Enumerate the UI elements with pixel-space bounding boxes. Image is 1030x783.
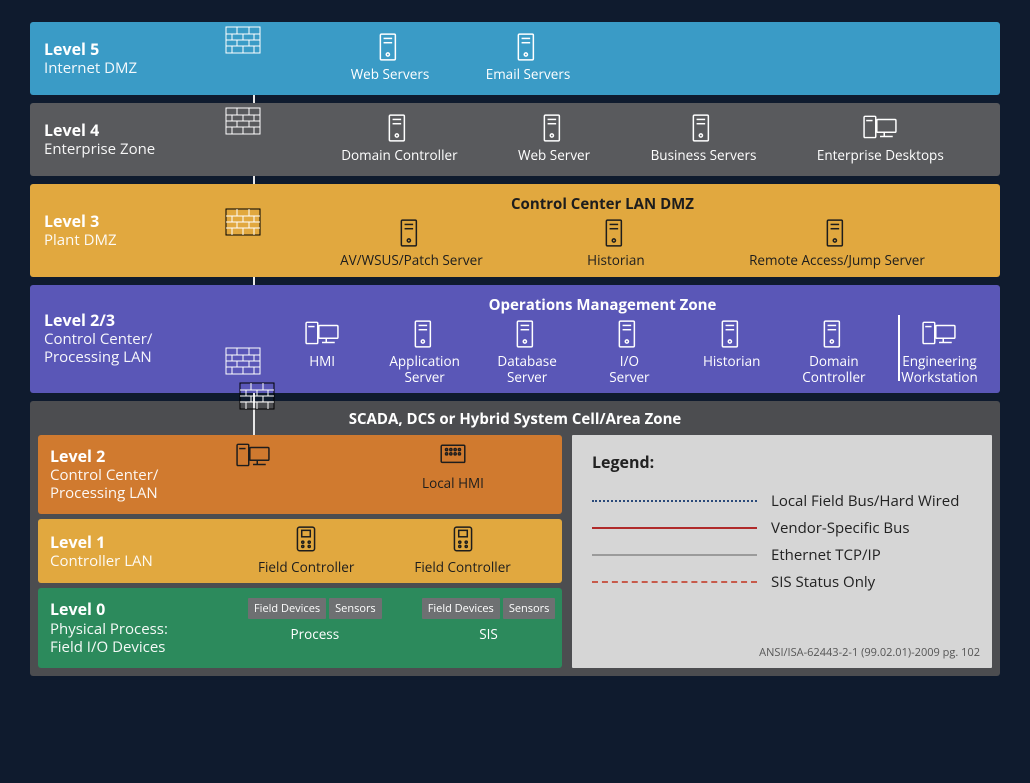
line-swatch-dashed (592, 581, 757, 583)
level-subtitle: Internet DMZ (44, 59, 191, 77)
level-title: Level 2 (50, 447, 196, 466)
chip-sensors: Sensors (329, 598, 382, 619)
server-icon (511, 32, 545, 62)
zone-header: Operations Management Zone (205, 295, 1000, 315)
node-field-controller-1: Field Controller (258, 525, 354, 575)
level-subtitle: Plant DMZ (44, 231, 191, 249)
node-remote-access: Remote Access/Jump Server (749, 218, 925, 268)
hmi-panel-icon (436, 441, 470, 471)
node-app-server: ApplicationServer (389, 319, 459, 385)
controller-icon (446, 525, 480, 555)
node-eng-workstation: EngineeringWorkstation (901, 319, 978, 385)
level-title: Level 5 (44, 40, 191, 59)
level-subtitle: Controller LAN (50, 552, 196, 570)
node-email-servers: Email Servers (463, 32, 593, 82)
chip-field-devices: Field Devices (248, 598, 326, 619)
line-swatch-solid (592, 527, 757, 529)
node-hmi: HMI (287, 319, 357, 369)
zone-level-4: Level 4 Enterprise Zone Domain Controlle… (30, 103, 1000, 176)
server-icon (599, 218, 633, 248)
firewall-icon (225, 208, 261, 236)
server-icon (382, 113, 416, 143)
node-field-controller-2: Field Controller (414, 525, 510, 575)
legend-footnote: ANSI/ISA-62443-2-1 (99.02.01)-2009 pg. 1… (759, 645, 980, 660)
firewall-icon (225, 347, 261, 375)
chip-sensors: Sensors (503, 598, 556, 619)
node-historian: Historian (581, 218, 651, 268)
zone-level-2: Level 2 Control Center/ Processing LAN L… (38, 435, 562, 514)
legend-title: Legend: (592, 451, 972, 473)
level-title: Level 1 (50, 533, 196, 552)
level-title: Level 3 (44, 212, 191, 231)
zone-level-3: Level 3 Plant DMZ Control Center LAN DMZ… (30, 184, 1000, 276)
node-business-servers: Business Servers (651, 113, 757, 163)
zone-level-1: Level 1 Controller LAN Field Controller … (38, 519, 562, 583)
level-subtitle-1: Control Center/ (44, 330, 191, 348)
server-icon (394, 218, 428, 248)
server-desktop-icon (922, 319, 956, 349)
legend-item-vendor: Vendor-Specific Bus (592, 518, 972, 538)
node-local-hmi: Local HMI (418, 441, 488, 491)
node-io-server: I/OServer (594, 319, 664, 385)
line-swatch-solid (592, 554, 757, 556)
level-title: Level 4 (44, 121, 191, 140)
node-web-server: Web Server (518, 113, 590, 163)
chip-field-devices: Field Devices (422, 598, 500, 619)
node-enterprise-desktops: Enterprise Desktops (817, 113, 944, 163)
zone-scada-outer: SCADA, DCS or Hybrid System Cell/Area Zo… (30, 401, 1000, 676)
server-icon (715, 319, 749, 349)
node-process: Field DevicesSensors Process (248, 598, 382, 642)
level-subtitle-2: Processing LAN (44, 348, 191, 366)
node-av-wsus: AV/WSUS/Patch Server (340, 218, 483, 268)
server-icon (408, 319, 442, 349)
zone-level-5: Level 5 Internet DMZ Web Servers Email S… (30, 22, 1000, 95)
level-title: Level 2/3 (44, 311, 191, 330)
server-desktop-icon (236, 441, 270, 471)
server-desktop-icon (863, 113, 897, 143)
node-web-servers: Web Servers (325, 32, 455, 82)
firewall-icon (225, 26, 261, 54)
server-desktop-icon (305, 319, 339, 349)
firewall-icon (239, 382, 275, 410)
zone-level-0: Level 0 Physical Process: Field I/O Devi… (38, 588, 562, 667)
server-icon (686, 113, 720, 143)
node-domain-controller: DomainController (799, 319, 869, 385)
line-swatch-dotted (592, 500, 757, 502)
level-subtitle-2: Field I/O Devices (50, 638, 196, 656)
level-subtitle: Enterprise Zone (44, 140, 191, 158)
legend-item-ethernet: Ethernet TCP/IP (592, 545, 972, 565)
level-subtitle-1: Control Center/ (50, 466, 196, 484)
zone-level-2-3: Level 2/3 Control Center/ Processing LAN… (30, 285, 1000, 393)
level-subtitle-2: Processing LAN (50, 484, 196, 502)
legend-item-sis: SIS Status Only (592, 572, 972, 592)
server-icon (612, 319, 646, 349)
zone-header: SCADA, DCS or Hybrid System Cell/Area Zo… (38, 409, 992, 429)
server-icon (373, 32, 407, 62)
firewall-icon (225, 107, 261, 135)
legend: Legend: Local Field Bus/Hard Wired Vendo… (572, 435, 992, 668)
legend-item-fieldbus: Local Field Bus/Hard Wired (592, 491, 972, 511)
level-title: Level 0 (50, 600, 196, 619)
node-historian: Historian (697, 319, 767, 369)
node-db-server: DatabaseServer (492, 319, 562, 385)
server-icon (817, 319, 851, 349)
zone-header: Control Center LAN DMZ (205, 194, 1000, 214)
node-sis: Field DevicesSensors SIS (422, 598, 556, 642)
level-subtitle-1: Physical Process: (50, 620, 196, 638)
node-workstation (218, 441, 288, 491)
server-icon (510, 319, 544, 349)
vertical-divider (898, 315, 900, 381)
server-icon (820, 218, 854, 248)
node-domain-controller: Domain Controller (341, 113, 457, 163)
controller-icon (289, 525, 323, 555)
server-icon (537, 113, 571, 143)
